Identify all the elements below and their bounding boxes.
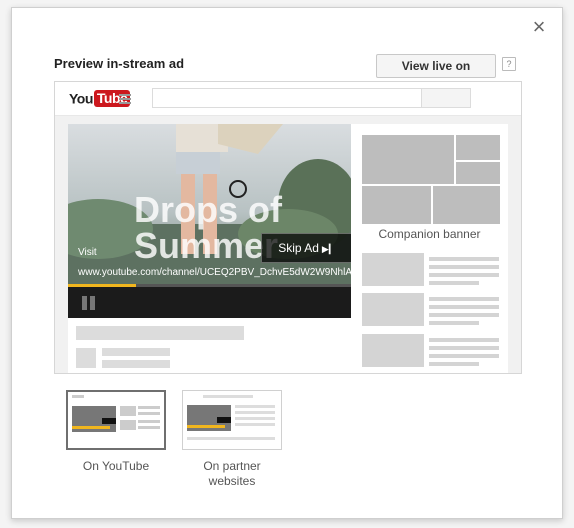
mini-text-line — [235, 405, 275, 408]
related-video-line — [429, 281, 479, 285]
mini-header-line — [203, 395, 253, 398]
pause-icon[interactable] — [82, 296, 96, 310]
placement-option-partner[interactable] — [182, 390, 282, 450]
mini-progress — [187, 425, 225, 428]
video-info-placeholder — [68, 318, 351, 373]
companion-banner-block — [362, 186, 431, 224]
related-video-line — [429, 313, 499, 317]
youtube-header: You Tube — [55, 82, 521, 116]
related-video-thumb — [362, 253, 424, 286]
ad-url-link[interactable]: www.youtube.com/channel/UCEQ2PBV_DchvE5d… — [68, 264, 351, 284]
related-video-line — [429, 321, 479, 325]
preview-dialog: × Preview in-stream ad View live on YouT… — [11, 7, 563, 519]
related-video-line — [429, 354, 499, 358]
placement-label-partner: On partner websites — [182, 459, 282, 489]
placement-label-partner-line2: websites — [208, 474, 256, 488]
close-button[interactable]: × — [528, 16, 550, 38]
mini-sidebar-line — [138, 406, 160, 409]
subscribe-placeholder — [102, 360, 170, 368]
mini-sidebar-line — [138, 420, 160, 423]
related-video-line — [429, 273, 499, 277]
mini-text-line — [187, 437, 275, 440]
related-video-line — [429, 338, 499, 342]
skip-next-icon: ▶▎ — [321, 244, 336, 254]
video-overlay-text: Drops of Summer — [134, 192, 282, 264]
mini-sidebar-block — [120, 420, 136, 430]
search-button-placeholder — [421, 88, 471, 108]
placement-option-youtube[interactable] — [66, 390, 166, 450]
logo-you-text: You — [69, 90, 93, 107]
overlay-text-line1: Drops of — [134, 189, 282, 230]
dialog-title: Preview in-stream ad — [54, 56, 185, 71]
related-video-line — [429, 297, 499, 301]
mini-text-line — [235, 423, 275, 426]
mini-progress — [72, 426, 110, 429]
hamburger-menu-icon — [119, 94, 131, 104]
sidebar: Companion banner — [351, 124, 508, 373]
player-control-bar — [68, 287, 351, 318]
placement-label-partner-line1: On partner — [203, 459, 261, 473]
related-video-thumb — [362, 334, 424, 367]
visit-link[interactable]: Visit — [78, 247, 97, 258]
related-video-line — [429, 362, 479, 366]
placement-selector: On YouTube On partner websites — [54, 390, 454, 500]
channel-placeholder — [102, 348, 170, 356]
mini-text-line — [235, 417, 275, 420]
related-video-thumb — [362, 293, 424, 326]
companion-banner-block — [433, 186, 500, 224]
mini-skip — [102, 418, 116, 424]
mini-sidebar-line — [138, 426, 160, 429]
preview-frame: You Tube Drops of Summer Visit Skip Ad ▶… — [54, 81, 522, 374]
skip-ad-button[interactable]: Skip Ad ▶▎ — [261, 233, 351, 263]
mini-sidebar-block — [120, 406, 136, 416]
mini-sidebar-line — [138, 412, 160, 415]
mini-skip — [217, 417, 231, 423]
companion-banner-block — [456, 162, 500, 184]
placement-label-youtube: On YouTube — [82, 459, 150, 473]
help-icon[interactable]: ? — [502, 57, 516, 71]
companion-banner-block — [362, 135, 454, 184]
overlay-text-line2: Summer — [134, 225, 279, 266]
mini-logo — [72, 395, 84, 398]
related-video-line — [429, 305, 499, 309]
view-live-button[interactable]: View live on YouTube — [376, 54, 496, 95]
video-player: Drops of Summer Visit Skip Ad ▶▎ www.yout… — [68, 124, 351, 318]
skip-ad-label: Skip Ad — [278, 241, 319, 255]
search-bar-placeholder — [152, 88, 422, 108]
related-video-line — [429, 346, 499, 350]
mini-text-line — [235, 411, 275, 414]
companion-banner-block — [456, 135, 500, 160]
companion-banner-label: Companion banner — [378, 227, 481, 241]
avatar-placeholder — [76, 348, 96, 368]
related-video-line — [429, 265, 499, 269]
title-placeholder — [76, 326, 244, 340]
related-video-line — [429, 257, 499, 261]
